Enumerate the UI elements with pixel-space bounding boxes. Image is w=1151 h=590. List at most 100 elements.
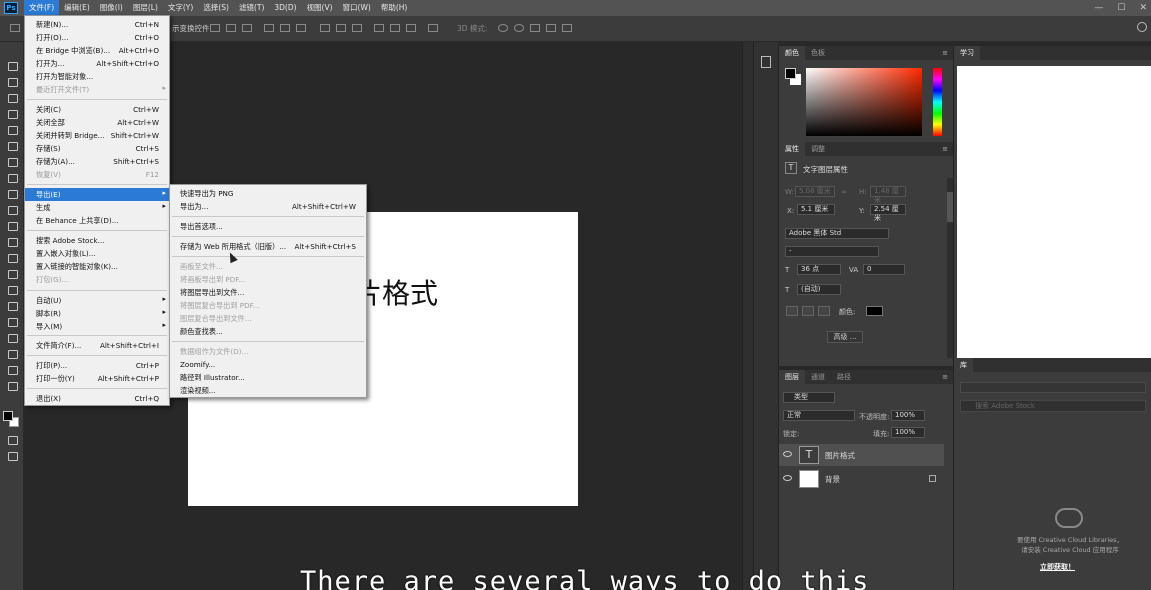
tab-learn[interactable]: 学习 [954,46,980,60]
export-menu-item[interactable]: 画板至文件... [170,260,366,273]
export-menu-item[interactable]: 渲染视频... [170,384,366,397]
file-menu-item[interactable]: 导入(M) ▸ [25,320,169,333]
opacity-field[interactable]: 100% [891,410,925,421]
export-menu-item[interactable]: Zoomify... [170,358,366,371]
hand-tool-icon[interactable] [6,348,18,359]
3d-pan-icon[interactable] [530,24,540,32]
menu-5[interactable]: 选择(S) [198,0,234,16]
document-scrollbar[interactable] [742,42,753,590]
link-icon[interactable]: ∞ [841,188,847,196]
file-menu-item[interactable]: 搜索 Adobe Stock... [25,234,169,247]
file-menu-item[interactable]: 恢复(V) F12 [25,168,169,181]
file-menu-item[interactable]: 存储为(A)... Shift+Ctrl+S [25,155,169,168]
blend-mode-select[interactable]: 正常 [783,410,855,421]
layer-row[interactable]: T 图片格式 [779,444,944,466]
align-top-icon[interactable] [210,24,220,32]
font-family-select[interactable]: Adobe 黑体 Std [785,228,889,239]
width-field[interactable]: 5.08 厘米 [795,186,835,197]
file-menu-item[interactable]: 在 Bridge 中浏览(B)... Alt+Ctrl+O [25,44,169,57]
move-tool-icon[interactable] [6,60,18,71]
dodge-tool-icon[interactable] [6,268,18,279]
distribute-right-icon[interactable] [406,24,416,32]
layer-row[interactable]: 背景 [779,468,944,490]
file-menu-item[interactable]: 退出(X) Ctrl+Q [25,392,169,405]
text-color-chip[interactable] [866,306,883,316]
file-menu-item[interactable]: 置入嵌入对象(L)... [25,247,169,260]
panel-menu-icon[interactable]: ≡ [942,145,948,153]
file-menu-item[interactable]: 关闭全部 Alt+Ctrl+W [25,116,169,129]
menu-7[interactable]: 3D(D) [269,0,301,16]
tab-adjustments[interactable]: 调整 [805,142,831,156]
tab-libraries[interactable]: 库 [954,358,973,372]
lasso-tool-icon[interactable] [6,92,18,103]
file-menu-item[interactable]: 打开(O)... Ctrl+O [25,31,169,44]
distribute-top-icon[interactable] [320,24,330,32]
3d-rotate-icon[interactable] [498,24,508,32]
foreground-color-swatch[interactable] [3,411,13,421]
align-text-right-icon[interactable] [818,306,830,316]
file-menu-item[interactable]: 关闭并转到 Bridge... Shift+Ctrl+W [25,129,169,142]
brush-tool-icon[interactable] [6,172,18,183]
visibility-eye-icon[interactable] [783,475,792,481]
tracking-field[interactable]: 0 [863,264,905,275]
export-menu-item[interactable]: 存储为 Web 所用格式（旧版）... Alt+Shift+Ctrl+S [170,240,366,253]
file-menu-item[interactable]: 关闭(C) Ctrl+W [25,103,169,116]
foreground-swatch[interactable] [785,68,796,79]
menu-9[interactable]: 窗口(W) [338,0,376,16]
stock-search-input[interactable]: 搜索 Adobe Stock [960,400,1146,412]
x-field[interactable]: 5.1 厘米 [797,204,835,215]
file-menu-item[interactable]: 打包(G)... [25,273,169,286]
tab-properties[interactable]: 属性 [779,142,805,156]
tab-color[interactable]: 颜色 [779,46,805,60]
get-now-link[interactable]: 立即获取！ [1040,562,1075,572]
more-tools-icon[interactable] [6,380,18,391]
distribute-vcenter-icon[interactable] [336,24,346,32]
tab-swatches[interactable]: 色板 [805,46,831,60]
quick-select-tool-icon[interactable] [6,108,18,119]
file-menu-item[interactable]: 新建(N)... Ctrl+N [25,18,169,31]
align-hcenter-icon[interactable] [280,24,290,32]
file-menu-item[interactable]: 脚本(R) ▸ [25,307,169,320]
blur-tool-icon[interactable] [6,252,18,263]
eyedropper-tool-icon[interactable] [6,140,18,151]
export-menu-item[interactable]: 导出首选项... [170,220,366,233]
leading-field[interactable]: (自动) [797,284,841,295]
pen-tool-icon[interactable] [6,284,18,295]
3d-roll-icon[interactable] [514,24,524,32]
distribute-bottom-icon[interactable] [352,24,362,32]
file-menu-item[interactable]: 导出(E) ▸ [25,188,169,201]
font-style-select[interactable]: - [785,246,879,257]
hue-slider[interactable] [933,68,942,136]
3d-slide-icon[interactable] [546,24,556,32]
export-menu-item[interactable]: 将图层导出到文件... [170,286,366,299]
history-panel-icon[interactable] [761,56,771,68]
color-picker-field[interactable] [806,68,922,136]
maximize-icon[interactable]: ☐ [1117,3,1125,13]
menu-4[interactable]: 文字(Y) [163,0,198,16]
export-menu-item[interactable]: 将图层复合导出到 PDF... [170,299,366,312]
export-menu-item[interactable]: 快速导出为 PNG [170,187,366,200]
distribute-hcenter-icon[interactable] [390,24,400,32]
height-field[interactable]: 1.48 厘米 [870,186,906,204]
file-menu-item[interactable]: 打印(P)... Ctrl+P [25,359,169,372]
file-menu-item[interactable]: 置入链接的智能对象(K)... [25,260,169,273]
tab-paths[interactable]: 路径 [831,370,857,384]
file-menu-item[interactable]: 文件简介(F)... Alt+Shift+Ctrl+I [25,339,169,352]
tab-layers[interactable]: 图层 [779,370,805,384]
close-icon[interactable]: ✕ [1139,3,1147,13]
export-menu-item[interactable]: 图层复合导出到文件... [170,312,366,325]
menu-1[interactable]: 编辑(E) [59,0,95,16]
file-menu-item[interactable]: 打印一份(Y) Alt+Shift+Ctrl+P [25,372,169,385]
export-menu-item[interactable]: 颜色查找表... [170,325,366,338]
visibility-eye-icon[interactable] [783,451,792,457]
search-icon[interactable] [1137,22,1147,32]
screen-mode-icon[interactable] [6,450,18,461]
align-right-icon[interactable] [296,24,306,32]
menu-0[interactable]: 文件(F) [24,0,60,16]
healing-brush-tool-icon[interactable] [6,156,18,167]
align-bottom-icon[interactable] [242,24,252,32]
file-menu-item[interactable]: 打开为智能对象... [25,70,169,83]
panel-menu-icon[interactable]: ≡ [942,373,948,381]
tab-channels[interactable]: 通道 [805,370,831,384]
clone-stamp-tool-icon[interactable] [6,188,18,199]
